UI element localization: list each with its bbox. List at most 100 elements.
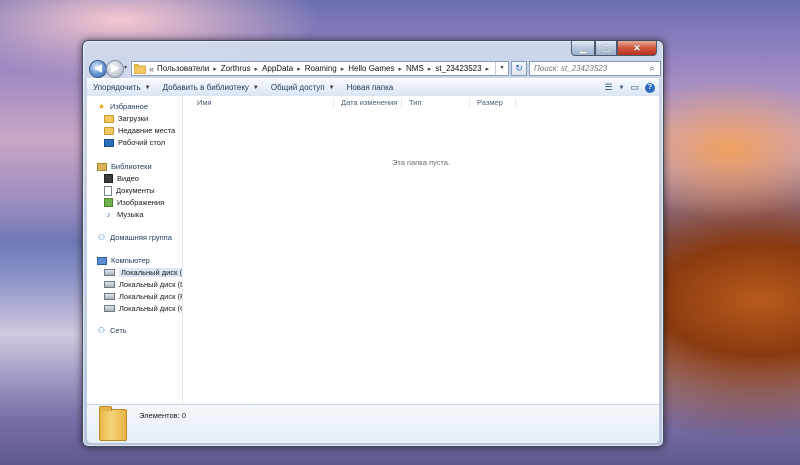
sidebar-item-label: Рабочий стол — [118, 138, 166, 147]
sidebar-item-drive-f[interactable]: Локальный диск (F:) — [104, 291, 182, 302]
breadcrumb-separator-icon[interactable]: ▸ — [213, 65, 217, 73]
minimize-icon: ▁ — [579, 42, 587, 53]
drive-icon — [104, 305, 115, 312]
breadcrumb-roaming[interactable]: Roaming — [305, 64, 337, 73]
back-arrow-icon: ◀ — [94, 63, 102, 74]
empty-folder-message: Эта папка пуста. — [391, 158, 451, 167]
history-dropdown-icon[interactable]: ▾ — [124, 64, 127, 71]
sidebar-item-label: Избранное — [110, 102, 149, 111]
content-area: ★ Избранное Загрузки Недавние места Рабо… — [87, 96, 659, 405]
sidebar-item-label: Библиотеки — [111, 162, 152, 171]
sidebar-item-drive-g[interactable]: Локальный диск (G:) — [104, 303, 182, 314]
libraries-icon — [97, 162, 107, 171]
breadcrumb-current-folder[interactable]: st_23423523 — [435, 64, 481, 73]
recent-places-icon — [104, 126, 114, 135]
forward-button[interactable]: ▶ — [106, 60, 124, 78]
music-icon: ♪ — [106, 210, 111, 219]
desktop-icon — [104, 138, 114, 147]
new-folder-button[interactable]: Новая папка — [341, 83, 400, 92]
sidebar-item-downloads[interactable]: Загрузки — [104, 113, 148, 124]
breadcrumb-separator-icon[interactable]: ▸ — [399, 65, 403, 73]
sidebar-item-label: Видео — [117, 174, 139, 183]
sidebar-network[interactable]: ⚇ Сеть — [97, 325, 127, 336]
views-dropdown-icon[interactable]: ▼ — [619, 85, 625, 91]
column-header-name[interactable]: Имя — [193, 98, 334, 108]
drive-icon — [104, 269, 115, 276]
dropdown-arrow-icon: ▼ — [328, 84, 335, 91]
navigation-bar: ◀ ▶ ▾ « Пользователи ▸ Zorthrus ▸ AppDat… — [87, 60, 661, 78]
close-icon: ✕ — [633, 42, 641, 53]
sidebar-item-music[interactable]: ♪ Музыка — [104, 209, 144, 220]
star-icon: ★ — [97, 102, 106, 111]
share-button[interactable]: Общий доступ ▼ — [265, 83, 341, 92]
sidebar-item-drive-d[interactable]: Локальный диск (D:) — [104, 279, 183, 290]
downloads-folder-icon — [104, 114, 114, 123]
column-header-type[interactable]: Тип — [405, 98, 470, 108]
network-icon: ⚇ — [97, 326, 106, 335]
breadcrumb-separator-icon[interactable]: ▸ — [486, 65, 490, 73]
column-header-date[interactable]: Дата изменения — [337, 98, 402, 108]
add-to-library-button[interactable]: Добавить в библиотеку ▼ — [157, 83, 265, 92]
sidebar-item-video[interactable]: Видео — [104, 173, 139, 184]
sidebar-item-label: Локальный диск (D:) — [119, 280, 183, 289]
command-bar: Упорядочить ▼ Добавить в библиотеку ▼ Об… — [87, 78, 659, 97]
column-header-size[interactable]: Размер — [473, 98, 516, 108]
folder-icon — [99, 406, 127, 441]
sidebar-item-label: Недавние места — [118, 126, 176, 135]
breadcrumb-overflow-icon[interactable]: « — [149, 64, 154, 74]
sidebar-homegroup[interactable]: ⚇ Домашняя группа — [97, 232, 172, 243]
back-button[interactable]: ◀ — [89, 60, 107, 78]
sidebar-item-label: Изображения — [117, 198, 165, 207]
maximize-button[interactable]: ▢ — [595, 41, 617, 56]
search-box[interactable]: ⌕ — [529, 61, 661, 76]
sidebar-computer[interactable]: Компьютер — [97, 255, 150, 266]
column-headers: Имя Дата изменения Тип Размер — [183, 96, 659, 108]
explorer-window: ▁ ▢ ✕ ◀ ▶ ▾ « Пользователи ▸ Zorthrus ▸ … — [82, 40, 664, 447]
documents-icon — [104, 185, 112, 196]
sidebar-item-documents[interactable]: Документы — [104, 185, 155, 196]
help-icon[interactable]: ? — [645, 82, 655, 93]
computer-icon — [97, 256, 107, 265]
sidebar-item-images[interactable]: Изображения — [104, 197, 164, 208]
breadcrumb-separator-icon[interactable]: ▸ — [428, 65, 432, 73]
share-label: Общий доступ — [270, 83, 325, 92]
close-button[interactable]: ✕ — [617, 41, 657, 56]
sidebar-libraries[interactable]: Библиотеки — [97, 161, 152, 172]
refresh-button[interactable]: ↻ — [511, 61, 527, 76]
homegroup-icon: ⚇ — [97, 233, 106, 242]
sidebar-item-recent-places[interactable]: Недавние места — [104, 125, 175, 136]
sidebar-item-desktop[interactable]: Рабочий стол — [104, 137, 165, 148]
images-icon — [104, 198, 113, 207]
sidebar-item-drive-c[interactable]: Локальный диск (C:) — [104, 267, 182, 278]
address-bar[interactable]: « Пользователи ▸ Zorthrus ▸ AppData ▸ Ro… — [131, 61, 509, 76]
minimize-button[interactable]: ▁ — [571, 41, 595, 56]
sidebar-item-label: Домашняя группа — [110, 233, 172, 242]
maximize-icon: ▢ — [601, 42, 611, 53]
breadcrumb-nms[interactable]: NMS — [406, 64, 424, 73]
breadcrumb-user[interactable]: Zorthrus — [221, 64, 251, 73]
search-input[interactable] — [530, 63, 646, 74]
add-to-library-label: Добавить в библиотеку — [162, 83, 249, 92]
sidebar-item-label: Локальный диск (G:) — [119, 304, 182, 313]
sidebar-favorites[interactable]: ★ Избранное — [97, 101, 148, 112]
breadcrumb-separator-icon[interactable]: ▸ — [255, 65, 259, 73]
views-icon[interactable]: ☰ — [604, 82, 612, 93]
organize-button[interactable]: Упорядочить ▼ — [87, 83, 157, 92]
toolbar-right: ☰ ▼ ▭ ? — [604, 79, 655, 96]
breadcrumb-users[interactable]: Пользователи — [157, 64, 209, 73]
preview-pane-icon[interactable]: ▭ — [630, 82, 639, 93]
search-icon[interactable]: ⌕ — [646, 63, 658, 74]
breadcrumb-appdata[interactable]: AppData — [262, 64, 293, 73]
video-icon — [104, 174, 113, 183]
breadcrumb-separator-icon[interactable]: ▸ — [341, 65, 345, 73]
drive-icon — [104, 281, 115, 288]
details-pane: Элементов: 0 — [87, 405, 659, 443]
address-dropdown-icon[interactable]: ▾ — [495, 62, 508, 75]
forward-arrow-icon: ▶ — [111, 63, 119, 74]
sidebar-item-label: Загрузки — [118, 114, 149, 123]
dropdown-arrow-icon: ▼ — [144, 84, 151, 91]
breadcrumb-separator-icon[interactable]: ▸ — [297, 65, 301, 73]
new-folder-label: Новая папка — [346, 83, 394, 92]
breadcrumb-hello-games[interactable]: Hello Games — [348, 64, 394, 73]
sidebar-item-label: Музыка — [117, 210, 144, 219]
